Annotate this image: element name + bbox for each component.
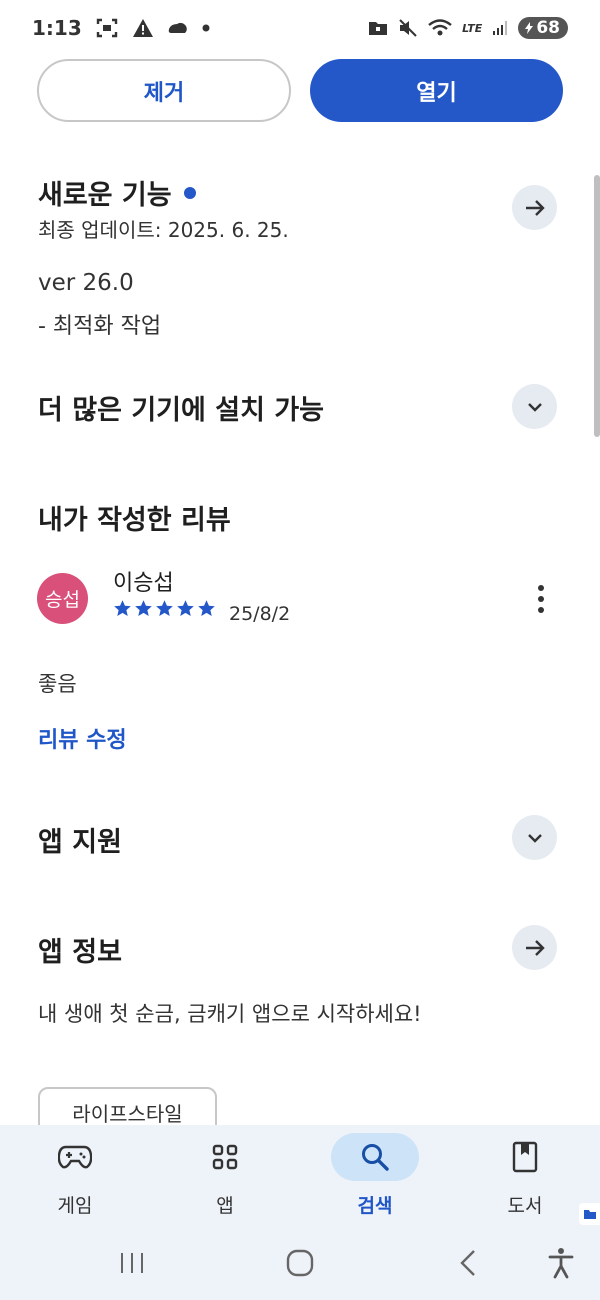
edge-panel-handle-icon[interactable] — [579, 1203, 600, 1225]
cloud-icon — [168, 21, 188, 35]
app-actions: 제거 열기 — [37, 59, 563, 122]
star-icon — [135, 600, 152, 616]
notification-dot-icon — [202, 24, 210, 32]
chevron-down-icon — [527, 402, 542, 412]
open-button[interactable]: 열기 — [310, 59, 563, 122]
status-bar: 1:13 LTE 68 — [0, 0, 600, 56]
nav-label-books: 도서 — [507, 1195, 543, 1217]
app-description: 내 생애 첫 순금, 금캐기 앱으로 시작하세요! — [38, 1002, 422, 1026]
avatar: 승섭 — [37, 573, 88, 624]
app-info-title[interactable]: 앱 정보 — [38, 930, 122, 969]
nav-label-games: 게임 — [57, 1195, 93, 1217]
review-body: 좋음 — [38, 672, 77, 696]
nav-item-apps[interactable]: 앱 — [150, 1125, 300, 1225]
arrow-right-icon — [525, 939, 545, 956]
new-indicator-dot — [183, 186, 196, 199]
accessibility-icon[interactable] — [548, 1247, 574, 1279]
nav-item-search[interactable]: 검색 — [300, 1125, 450, 1225]
book-icon — [512, 1141, 538, 1173]
whats-new-title[interactable]: 새로운 기능 — [38, 173, 196, 212]
release-note-text: - 최적화 작업 — [38, 314, 162, 339]
edit-review-link[interactable]: 리뷰 수정 — [38, 722, 127, 754]
nav-label-search: 검색 — [357, 1195, 393, 1217]
review-date: 25/8/2 — [229, 603, 291, 625]
nav-item-books[interactable]: 도서 — [450, 1125, 600, 1225]
nav-label-apps: 앱 — [216, 1195, 234, 1217]
star-rating — [113, 599, 216, 618]
app-support-expand-button[interactable] — [512, 815, 557, 860]
bottom-navigation: 게임 앱 검색 도서 — [0, 1125, 600, 1225]
whats-new-arrow-button[interactable] — [512, 185, 557, 230]
network-type-label: LTE — [462, 21, 483, 35]
system-navigation-bar — [0, 1225, 600, 1300]
back-icon[interactable] — [458, 1249, 478, 1277]
whats-new-title-text: 새로운 기능 — [38, 180, 172, 211]
battery-level: 68 — [536, 18, 560, 38]
charging-icon — [525, 22, 534, 34]
star-icon — [156, 600, 173, 616]
my-review-title: 내가 작성한 리뷰 — [38, 505, 231, 536]
last-updated-text: 최종 업데이트: 2025. 6. 25. — [38, 218, 289, 242]
recent-apps-icon[interactable] — [118, 1251, 146, 1275]
star-icon — [114, 600, 131, 616]
star-icon — [177, 600, 194, 616]
mute-icon — [398, 18, 418, 38]
more-devices-expand-button[interactable] — [512, 384, 557, 429]
scrollbar[interactable] — [594, 175, 600, 437]
search-icon — [362, 1144, 389, 1171]
chevron-down-icon — [527, 833, 542, 843]
home-icon[interactable] — [285, 1249, 315, 1277]
review-more-options-icon[interactable] — [538, 585, 544, 613]
status-time: 1:13 — [32, 16, 82, 40]
more-devices-title[interactable]: 더 많은 기기에 설치 가능 — [38, 388, 324, 427]
remove-button[interactable]: 제거 — [37, 59, 291, 122]
apps-grid-icon — [212, 1144, 238, 1170]
screenshot-icon — [96, 17, 118, 39]
gamepad-icon — [58, 1145, 92, 1169]
arrow-right-icon — [525, 199, 545, 216]
star-icon — [198, 600, 215, 616]
app-info-arrow-button[interactable] — [512, 925, 557, 970]
nav-item-games[interactable]: 게임 — [0, 1125, 150, 1225]
battery-indicator: 68 — [518, 17, 568, 39]
folder-lock-icon — [368, 20, 388, 36]
wifi-icon — [428, 19, 452, 37]
app-support-title[interactable]: 앱 지원 — [38, 820, 122, 859]
warning-icon — [132, 18, 154, 38]
review-author: 이승섭 — [113, 571, 174, 596]
version-text: ver 26.0 — [38, 270, 134, 296]
signal-icon — [492, 20, 508, 36]
